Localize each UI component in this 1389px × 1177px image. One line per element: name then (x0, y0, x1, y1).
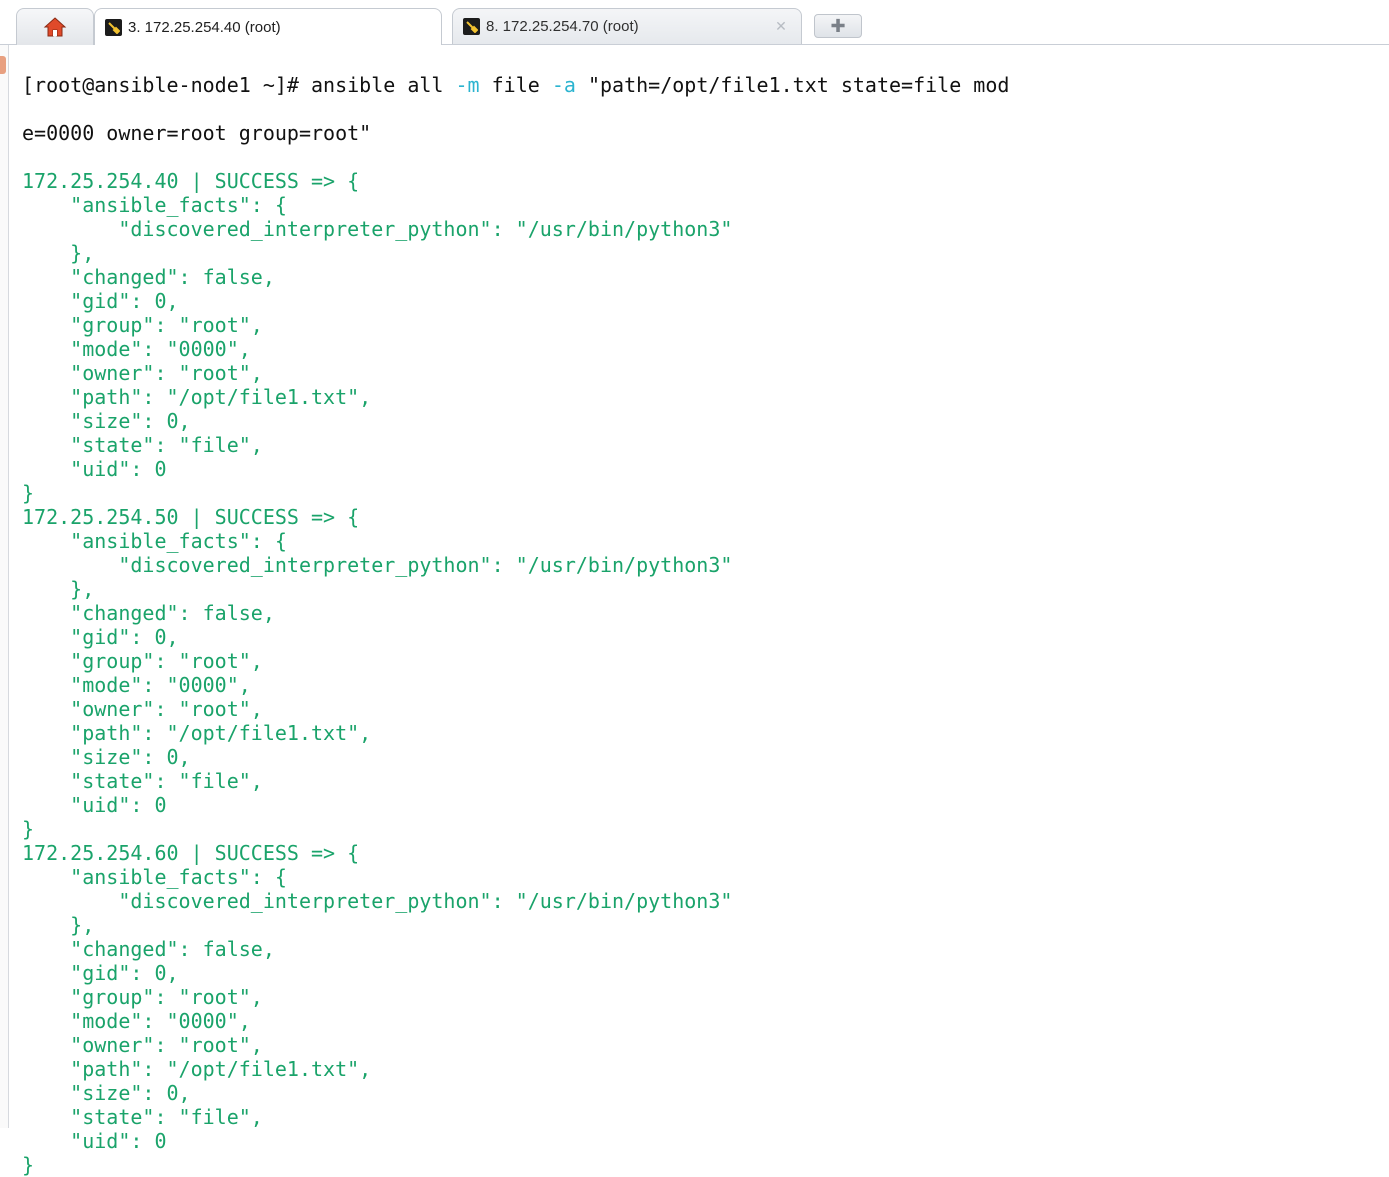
result-line: "path": "/opt/file1.txt", (22, 1057, 372, 1081)
result-line: "changed": false, (22, 265, 275, 289)
result-footer: } (22, 481, 35, 505)
new-tab-button[interactable]: ✚ (814, 14, 862, 38)
result-header: 172.25.254.50 | SUCCESS => { (22, 505, 360, 529)
result-line: "group": "root", (22, 313, 263, 337)
left-panel-edge (0, 0, 9, 1128)
result-line: "changed": false, (22, 601, 275, 625)
home-icon (43, 17, 67, 37)
plus-icon: ✚ (830, 16, 846, 36)
result-line: "uid": 0 (22, 793, 167, 817)
close-icon[interactable]: ✕ (773, 18, 789, 35)
result-footer: } (22, 817, 35, 841)
result-line: "path": "/opt/file1.txt", (22, 385, 372, 409)
command-text: file (479, 73, 552, 97)
tab-label: 3. 172.25.254.40 (root) (128, 18, 281, 36)
result-line: "ansible_facts": { (22, 865, 287, 889)
result-header: 172.25.254.40 | SUCCESS => { (22, 169, 360, 193)
result-line: "discovered_interpreter_python": "/usr/b… (22, 217, 733, 241)
option-flag: -m (455, 73, 480, 97)
tab-session-1[interactable]: 3. 172.25.254.40 (root) (94, 8, 442, 45)
result-line: }, (22, 913, 95, 937)
result-line: "ansible_facts": { (22, 193, 287, 217)
result-line: "state": "file", (22, 1105, 263, 1129)
command-text: "path=/opt/file1.txt state=file mod (575, 73, 1010, 97)
result-line: "path": "/opt/file1.txt", (22, 721, 372, 745)
result-line: "group": "root", (22, 649, 263, 673)
result-line: "size": 0, (22, 745, 191, 769)
result-line: "uid": 0 (22, 1129, 167, 1153)
result-line: "changed": false, (22, 937, 275, 961)
result-line: }, (22, 241, 95, 265)
result-line: "owner": "root", (22, 361, 263, 385)
result-line: "state": "file", (22, 433, 263, 457)
result-header: 172.25.254.60 | SUCCESS => { (22, 841, 360, 865)
option-flag: -a (551, 73, 576, 97)
result-line: "ansible_facts": { (22, 529, 287, 553)
result-line: "state": "file", (22, 769, 263, 793)
result-line: "owner": "root", (22, 1033, 263, 1057)
result-line: "uid": 0 (22, 457, 167, 481)
terminal-key-icon (105, 18, 122, 36)
result-line: "gid": 0, (22, 289, 179, 313)
command-line-wrap: e=0000 owner=root group=root" (22, 121, 372, 145)
result-line: "mode": "0000", (22, 337, 251, 361)
result-footer: } (22, 1153, 35, 1177)
command-line: [root@ansible-node1 ~]# ansible all -m f… (22, 73, 1389, 97)
result-line: "mode": "0000", (22, 1009, 251, 1033)
command-text: ansible all (310, 73, 456, 97)
result-line: "size": 0, (22, 1081, 191, 1105)
result-line: "mode": "0000", (22, 673, 251, 697)
result-line: }, (22, 577, 95, 601)
result-line: "discovered_interpreter_python": "/usr/b… (22, 889, 733, 913)
result-line: "discovered_interpreter_python": "/usr/b… (22, 553, 733, 577)
tab-label: 8. 172.25.254.70 (root) (486, 18, 639, 35)
shell-prompt: [root@ansible-node1 ~]# (22, 73, 311, 97)
result-line: "gid": 0, (22, 961, 179, 985)
terminal-output[interactable]: [root@ansible-node1 ~]# ansible all -m f… (22, 49, 1389, 1177)
result-line: "size": 0, (22, 409, 191, 433)
side-marker (0, 56, 6, 74)
tab-session-2[interactable]: 8. 172.25.254.70 (root) ✕ (452, 8, 802, 44)
result-line: "gid": 0, (22, 625, 179, 649)
terminal-key-icon (463, 18, 480, 35)
home-tab[interactable] (16, 8, 94, 45)
result-line: "owner": "root", (22, 697, 263, 721)
result-line: "group": "root", (22, 985, 263, 1009)
tab-bar: 3. 172.25.254.40 (root) 8. 172.25.254.70… (0, 0, 1389, 45)
